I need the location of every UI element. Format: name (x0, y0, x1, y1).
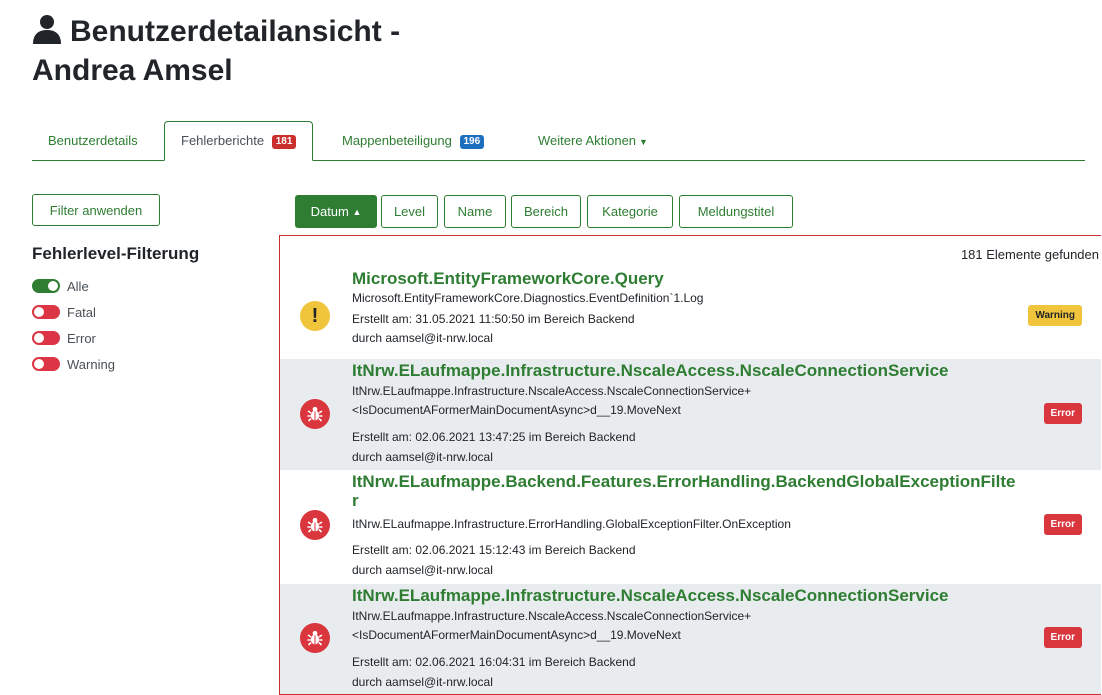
sort-name-button[interactable]: Name (444, 195, 506, 228)
entry-author: durch aamsel@it-nrw.local (352, 331, 493, 345)
tab-label: Benutzerdetails (48, 133, 138, 148)
page-title: Benutzerdetailansicht - Andrea Amsel (32, 14, 400, 89)
level-badge: Error (1043, 627, 1082, 648)
sort-label: Meldungstitel (697, 204, 775, 219)
entry-author: durch aamsel@it-nrw.local (352, 563, 493, 577)
sort-label: Kategorie (602, 204, 658, 219)
sort-kategorie-button[interactable]: Kategorie (587, 195, 673, 228)
tab-weitere-aktionen[interactable]: Weitere Aktionen ▼ (522, 121, 664, 160)
results-count: 181 Elemente gefunden (960, 247, 1099, 262)
toggle-switch[interactable] (32, 357, 60, 371)
list-item[interactable]: ItNrw.ELaufmappe.Infrastructure.NscaleAc… (280, 584, 1101, 694)
entry-created: Erstellt am: 02.06.2021 13:47:25 im Bere… (352, 430, 636, 444)
sort-label: Level (393, 204, 426, 219)
results-panel: 181 Elemente gefunden ! Microsoft.Entity… (279, 235, 1101, 695)
level-badge: Warning (1028, 305, 1082, 326)
sort-level-button[interactable]: Level (381, 195, 438, 228)
bug-icon (300, 623, 330, 653)
entry-title-cont: r (352, 491, 359, 510)
entry-source: ItNrw.ELaufmappe.Infrastructure.NscaleAc… (352, 609, 752, 623)
level-badge: Error (1043, 514, 1082, 535)
apply-filter-label: Filter anwenden (49, 202, 143, 218)
bug-icon (300, 399, 330, 429)
toggle-label: Error (67, 330, 96, 346)
list-item[interactable]: ItNrw.ELaufmappe.Infrastructure.NscaleAc… (280, 359, 1101, 470)
tab-mappenbeteiligung[interactable]: Mappenbeteiligung 196 (326, 121, 500, 160)
sort-label: Datum (310, 204, 349, 219)
toggle-switch[interactable] (32, 331, 60, 345)
toggle-fatal[interactable]: Fatal (32, 303, 96, 321)
entry-title: ItNrw.ELaufmappe.Infrastructure.NscaleAc… (352, 586, 949, 605)
entry-source-cont: <IsDocumentAFormerMainDocumentAsync>d__1… (352, 628, 681, 642)
page-title-line2: Andrea Amsel (32, 54, 233, 87)
sort-label: Bereich (523, 204, 569, 219)
filter-heading: Fehlerlevel-Filterung (32, 244, 200, 263)
level-badge: Error (1043, 403, 1082, 424)
folder-count-badge: 196 (459, 135, 485, 149)
page-title-line1: Benutzerdetailansicht - (70, 15, 401, 48)
toggle-warning[interactable]: Warning (32, 355, 115, 373)
entry-source: ItNrw.ELaufmappe.Infrastructure.NscaleAc… (352, 384, 752, 398)
entry-source: Microsoft.EntityFrameworkCore.Diagnostic… (352, 291, 704, 305)
error-count-badge: 181 (271, 135, 297, 149)
sort-label: Name (457, 204, 493, 219)
caret-up-icon: ▲ (352, 206, 362, 217)
entry-source-cont: <IsDocumentAFormerMainDocumentAsync>d__1… (352, 403, 681, 417)
toggle-switch[interactable] (32, 279, 60, 293)
list-item[interactable]: ! Microsoft.EntityFrameworkCore.Query Mi… (280, 268, 1101, 358)
tab-label: Weitere Aktionen (538, 133, 637, 148)
tab-fehlerberichte[interactable]: Fehlerberichte 181 (164, 121, 314, 161)
tab-label: Fehlerberichte (181, 133, 265, 148)
entry-created: Erstellt am: 02.06.2021 15:12:43 im Bere… (352, 543, 636, 557)
toggle-switch[interactable] (32, 305, 60, 319)
caret-down-icon: ▼ (639, 137, 648, 147)
tab-benutzerdetails[interactable]: Benutzerdetails (32, 121, 154, 160)
list-item[interactable]: ItNrw.ELaufmappe.Backend.Features.ErrorH… (280, 471, 1101, 583)
toggle-label: Fatal (67, 304, 96, 320)
toggle-error[interactable]: Error (32, 329, 96, 347)
toggle-label: Alle (67, 278, 89, 294)
entry-title: Microsoft.EntityFrameworkCore.Query (352, 269, 664, 288)
toggle-alle[interactable]: Alle (32, 277, 89, 295)
tab-bar: Benutzerdetails Fehlerberichte 181 Mappe… (32, 121, 1085, 161)
apply-filter-button[interactable]: Filter anwenden (32, 194, 160, 226)
exclamation-icon: ! (300, 301, 330, 331)
bug-icon (300, 510, 330, 540)
toggle-label: Warning (67, 356, 115, 372)
entry-source: ItNrw.ELaufmappe.Infrastructure.ErrorHan… (352, 517, 791, 531)
sort-meldungstitel-button[interactable]: Meldungstitel (679, 195, 793, 228)
sort-datum-button[interactable]: Datum ▲ (295, 195, 377, 228)
entry-author: durch aamsel@it-nrw.local (352, 450, 493, 464)
entry-title: ItNrw.ELaufmappe.Infrastructure.NscaleAc… (352, 361, 949, 380)
tab-label: Mappenbeteiligung (342, 133, 452, 148)
entry-created: Erstellt am: 02.06.2021 16:04:31 im Bere… (352, 655, 636, 669)
sort-bereich-button[interactable]: Bereich (511, 195, 581, 228)
entry-created: Erstellt am: 31.05.2021 11:50:50 im Bere… (352, 312, 635, 326)
user-icon (32, 14, 62, 53)
